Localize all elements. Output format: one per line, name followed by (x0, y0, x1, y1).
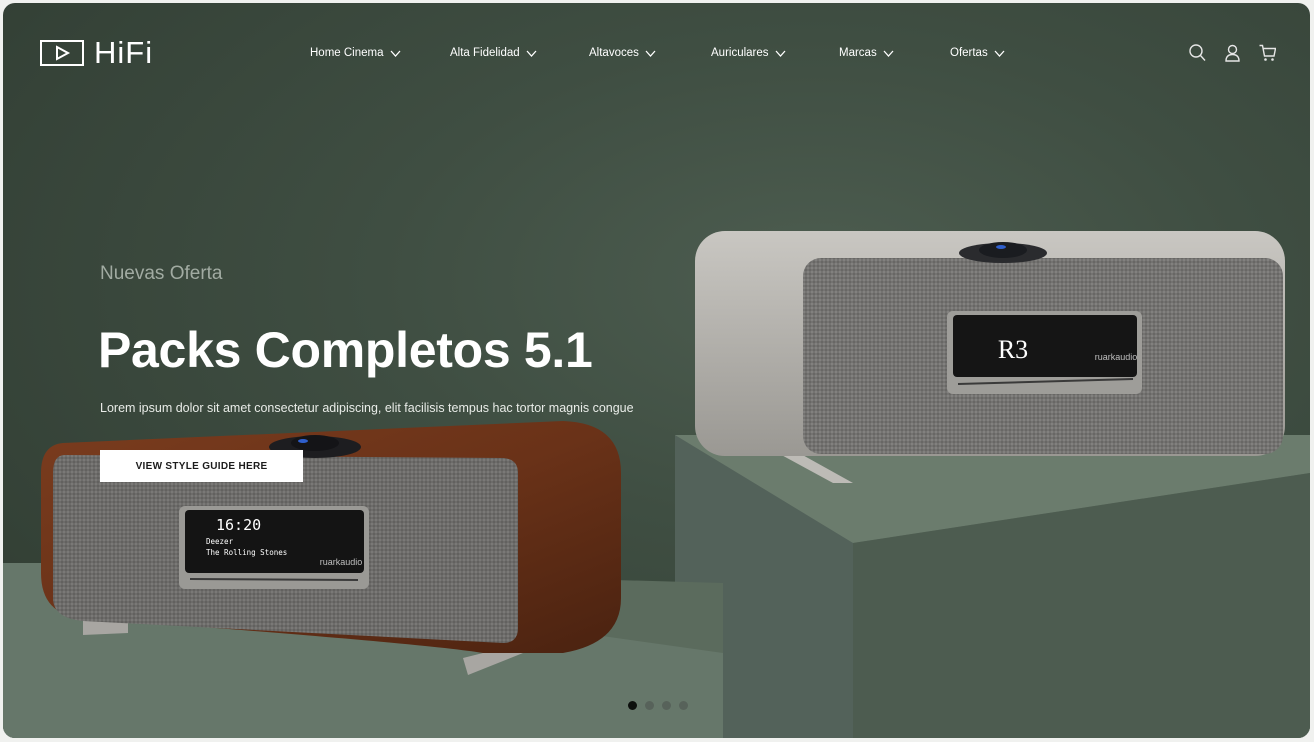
chevron-down-icon (775, 50, 786, 57)
carousel-dot-4[interactable] (679, 701, 688, 710)
nav-item-label: Marcas (839, 47, 877, 59)
chevron-down-icon (390, 50, 400, 57)
carousel-dot-2[interactable] (645, 701, 654, 710)
product-left-brand: ruarkaudio (320, 557, 363, 567)
chevron-down-icon (883, 50, 894, 57)
carousel-dot-3[interactable] (662, 701, 671, 710)
nav-item-label: Alta Fidelidad (450, 47, 520, 59)
nav-item-label: Home Cinema (310, 47, 384, 59)
search-icon[interactable] (1189, 44, 1206, 62)
product-right-brand: ruarkaudio (1095, 352, 1138, 362)
logo-text: HiFi (94, 35, 154, 70)
logo[interactable]: HiFi (40, 37, 153, 68)
product-right: R3 ruarkaudio (695, 231, 1285, 483)
nav-item-auriculares[interactable]: Auriculares (711, 47, 786, 59)
chevron-down-icon (994, 50, 1005, 57)
hero-title: Packs Completos 5.1 (98, 322, 593, 378)
product-left-line2: The Rolling Stones (206, 548, 287, 557)
nav-item-home-cinema[interactable]: Home Cinema (310, 47, 401, 59)
product-right-badge: R3 (998, 335, 1028, 364)
chevron-down-icon (526, 50, 537, 57)
nav-item-altavoces[interactable]: Altavoces (589, 47, 656, 59)
view-style-guide-button[interactable]: VIEW STYLE GUIDE HERE (100, 450, 303, 482)
nav-item-ofertas[interactable]: Ofertas (950, 47, 1005, 59)
cart-icon[interactable] (1259, 44, 1276, 62)
user-icon[interactable] (1224, 44, 1241, 62)
nav-item-alta-fidelidad[interactable]: Alta Fidelidad (450, 47, 537, 59)
hero-description: Lorem ipsum dolor sit amet consectetur a… (100, 401, 634, 415)
carousel-dot-1[interactable] (628, 701, 637, 710)
hero-banner: R3 ruarkaudio 16:20 Deezer The Rolling S… (3, 3, 1310, 738)
carousel-dots (628, 701, 688, 710)
nav-item-label: Ofertas (950, 47, 988, 59)
product-left-time: 16:20 (216, 516, 261, 534)
nav-item-label: Altavoces (589, 47, 639, 59)
play-icon (40, 39, 84, 66)
chevron-down-icon (645, 50, 656, 57)
nav-item-marcas[interactable]: Marcas (839, 47, 894, 59)
hero-subtitle: Nuevas Oferta (100, 263, 223, 284)
product-left-line1: Deezer (206, 537, 234, 546)
nav-item-label: Auriculares (711, 47, 769, 59)
pedestal-right (675, 435, 1310, 738)
header-icons (1189, 44, 1276, 62)
